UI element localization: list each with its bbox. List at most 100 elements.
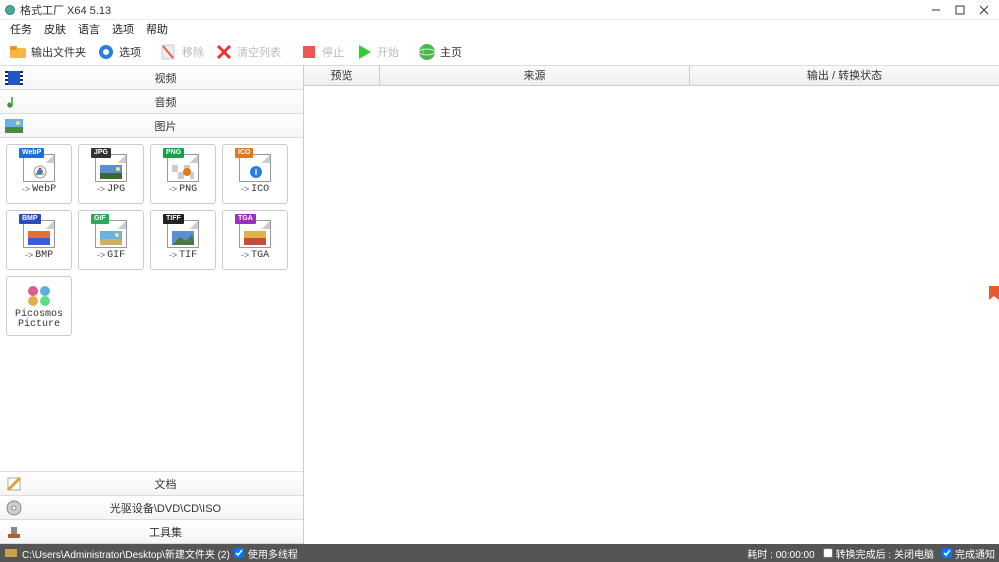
picosmos-icon (25, 283, 53, 310)
menu-options[interactable]: 选项 (110, 21, 136, 37)
format-badge: JPG (91, 148, 111, 158)
disc-icon (0, 500, 28, 516)
window-title: 格式工厂 X64 5.13 (20, 2, 931, 18)
start-button[interactable]: 开始 (350, 40, 403, 64)
shutdown-label: 转换完成后 : 关闭电脑 (836, 546, 934, 561)
arrow-icon: -> (241, 250, 249, 260)
shutdown-checkbox[interactable] (823, 548, 833, 558)
stop-button[interactable]: 停止 (295, 40, 348, 64)
remove-button[interactable]: 移除 (155, 40, 208, 64)
menu-help[interactable]: 帮助 (144, 21, 170, 37)
category-video-label: 视频 (28, 70, 303, 86)
menu-language[interactable]: 语言 (76, 21, 102, 37)
format-picosmos-picture[interactable]: Picosmos Picture (6, 276, 72, 336)
start-label: 开始 (377, 44, 399, 60)
format-badge: TGA (235, 214, 256, 224)
content: 视频 音频 图片 WebP->WebPJPG->JPGPNG->PNGiICO-… (0, 66, 999, 544)
format-tif[interactable]: TIFF->TIF (150, 210, 216, 270)
category-tools[interactable]: 工具集 (0, 520, 303, 544)
video-icon (0, 70, 28, 86)
category-image[interactable]: 图片 (0, 114, 303, 138)
remove-label: 移除 (182, 44, 204, 60)
format-jpg[interactable]: JPG->JPG (78, 144, 144, 204)
output-folder-button[interactable]: 输出文件夹 (4, 40, 90, 64)
app-icon (4, 4, 16, 16)
document-icon (0, 476, 28, 492)
format-label: ICO (251, 184, 269, 195)
folder-status-icon[interactable] (4, 546, 18, 561)
format-label: PNG (179, 184, 197, 195)
status-bar: C:\Users\Administrator\Desktop\新建文件夹 (2)… (0, 544, 999, 562)
arrow-icon: -> (97, 184, 105, 194)
sidebar: 视频 音频 图片 WebP->WebPJPG->JPGPNG->PNGiICO-… (0, 66, 304, 544)
menu-skin[interactable]: 皮肤 (42, 21, 68, 37)
titlebar: 格式工厂 X64 5.13 (0, 0, 999, 20)
column-headers: 预览 来源 输出 / 转换状态 (304, 66, 999, 86)
category-audio[interactable]: 音频 (0, 90, 303, 114)
options-label: 选项 (119, 44, 141, 60)
clear-icon (214, 42, 234, 62)
stop-label: 停止 (322, 44, 344, 60)
col-source[interactable]: 来源 (380, 66, 690, 85)
maximize-button[interactable] (955, 5, 965, 15)
clear-button[interactable]: 清空列表 (210, 40, 285, 64)
format-badge: GIF (91, 214, 109, 224)
notify-checkbox[interactable] (942, 548, 952, 558)
toolbar: 输出文件夹 选项 移除 清空列表 停止 开始 主页 (0, 38, 999, 66)
arrow-icon: -> (25, 250, 33, 260)
image-icon (0, 118, 28, 134)
side-ribbon-icon[interactable] (989, 286, 999, 304)
stop-icon (299, 42, 319, 62)
format-tga[interactable]: TGA->TGA (222, 210, 288, 270)
format-badge: PNG (163, 148, 184, 158)
category-image-label: 图片 (28, 118, 303, 134)
task-list (304, 86, 999, 544)
col-output-status[interactable]: 输出 / 转换状态 (690, 66, 999, 85)
globe-icon (417, 42, 437, 62)
format-badge: ICO (235, 148, 253, 158)
multithread-label: 使用多线程 (248, 546, 298, 561)
format-label: GIF (107, 250, 125, 261)
format-badge: WebP (19, 148, 44, 158)
category-video[interactable]: 视频 (0, 66, 303, 90)
close-button[interactable] (979, 5, 989, 15)
folder-icon (8, 42, 28, 62)
options-icon (96, 42, 116, 62)
format-label: BMP (35, 250, 53, 261)
format-label: Picosmos Picture (7, 310, 71, 330)
multithread-checkbox[interactable] (234, 548, 244, 558)
menubar: 任务 皮肤 语言 选项 帮助 (0, 20, 999, 38)
category-disc[interactable]: 光驱设备\DVD\CD\ISO (0, 496, 303, 520)
category-disc-label: 光驱设备\DVD\CD\ISO (28, 500, 303, 516)
arrow-icon: -> (22, 184, 30, 194)
tools-icon (0, 524, 28, 540)
format-ico[interactable]: iICO->ICO (222, 144, 288, 204)
category-document-label: 文档 (28, 476, 303, 492)
status-path[interactable]: C:\Users\Administrator\Desktop\新建文件夹 (2) (22, 546, 230, 561)
category-document[interactable]: 文档 (0, 472, 303, 496)
home-button[interactable]: 主页 (413, 40, 466, 64)
main-panel: 预览 来源 输出 / 转换状态 (304, 66, 999, 544)
format-grid: WebP->WebPJPG->JPGPNG->PNGiICO->ICOBMP->… (0, 138, 303, 471)
audio-icon (0, 94, 28, 110)
category-tools-label: 工具集 (28, 524, 303, 540)
format-label: WebP (32, 184, 56, 195)
format-png[interactable]: PNG->PNG (150, 144, 216, 204)
col-preview[interactable]: 预览 (304, 66, 380, 85)
format-bmp[interactable]: BMP->BMP (6, 210, 72, 270)
arrow-icon: -> (169, 250, 177, 260)
arrow-icon: -> (97, 250, 105, 260)
menu-task[interactable]: 任务 (8, 21, 34, 37)
format-gif[interactable]: GIF->GIF (78, 210, 144, 270)
format-webp[interactable]: WebP->WebP (6, 144, 72, 204)
arrow-icon: -> (241, 184, 249, 194)
elapsed-label: 耗时 : 00:00:00 (747, 546, 814, 561)
options-button[interactable]: 选项 (92, 40, 145, 64)
format-badge: BMP (19, 214, 41, 224)
category-audio-label: 音频 (28, 94, 303, 110)
format-label: TGA (251, 250, 269, 261)
minimize-button[interactable] (931, 5, 941, 15)
sidebar-bottom: 文档 光驱设备\DVD\CD\ISO 工具集 (0, 471, 303, 544)
play-icon (354, 42, 374, 62)
svg-text:i: i (255, 167, 258, 177)
